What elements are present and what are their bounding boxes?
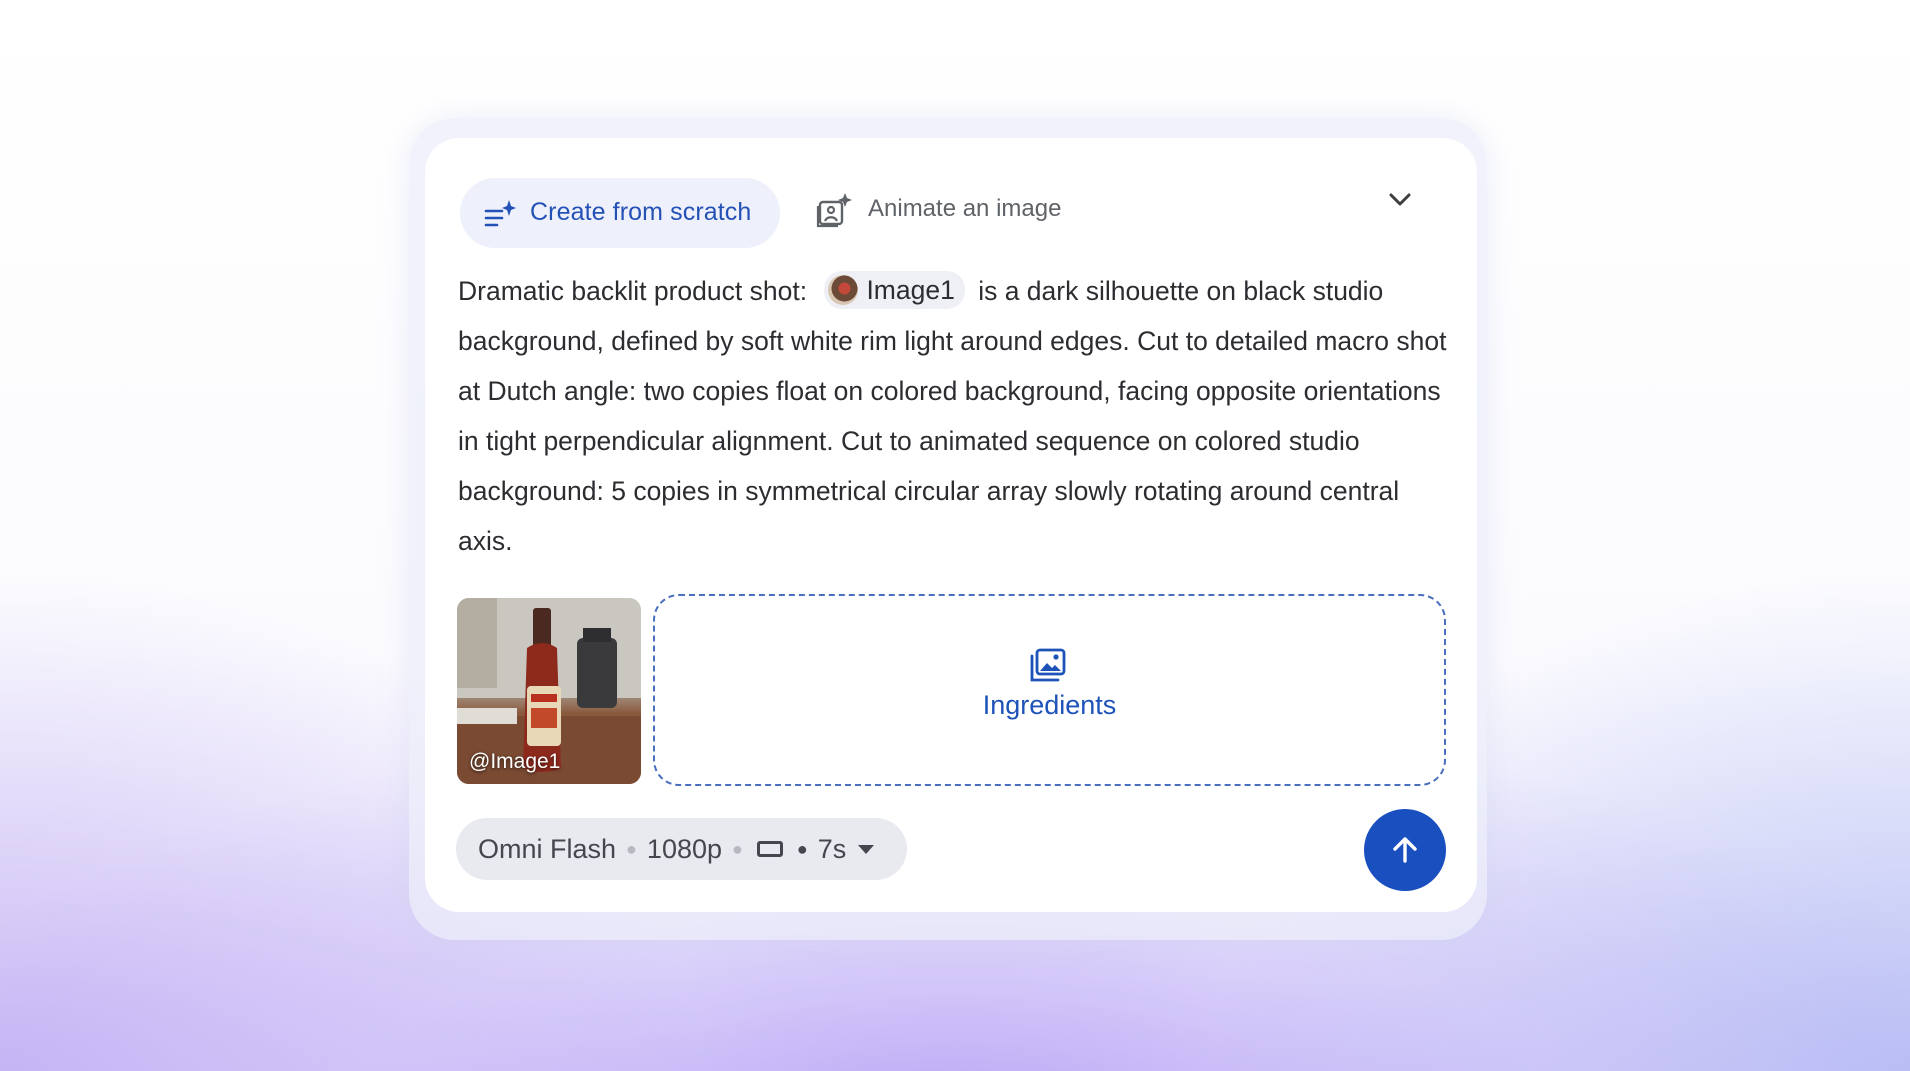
sparkle-list-icon [484, 200, 516, 227]
resolution-value: 1080p [646, 833, 723, 864]
ingredients-dropzone[interactable]: Ingredients [653, 594, 1446, 786]
chevron-down-icon[interactable] [1385, 188, 1415, 212]
image-stack-icon [1030, 648, 1066, 682]
separator-dot: ● [796, 838, 808, 859]
caret-down-icon [858, 844, 875, 854]
separator-dot: ● [626, 838, 637, 859]
attached-image-tag: @Image1 [469, 750, 561, 773]
prompt-text-after: is a dark silhouette on black studio bac… [458, 276, 1447, 556]
generation-settings-dropdown[interactable]: Omni Flash ● 1080p ● ● 7s [456, 818, 907, 880]
landscape-ratio-icon [756, 841, 783, 857]
prompt-text-before: Dramatic backlit product shot: [458, 276, 808, 306]
send-button[interactable] [1364, 809, 1446, 891]
arrow-up-icon [1393, 837, 1417, 863]
attached-image-thumbnail[interactable]: @Image1 [457, 598, 641, 784]
ingredients-label: Ingredients [982, 690, 1117, 720]
tab-create-from-scratch[interactable]: Create from scratch [460, 178, 780, 248]
image-sparkle-icon [816, 193, 852, 228]
image-mention-avatar [828, 275, 859, 305]
tab-animate-an-image-label: Animate an image [868, 195, 1062, 222]
separator-dot: ● [732, 838, 743, 859]
image-mention-chip[interactable]: Image1 [824, 271, 965, 309]
image-mention-label: Image1 [866, 275, 955, 305]
prompt-input[interactable]: Dramatic backlit product shot: Image1 is… [458, 266, 1448, 566]
model-name: Omni Flash [478, 833, 617, 864]
tab-create-from-scratch-label: Create from scratch [530, 198, 752, 226]
duration-value: 7s [817, 833, 847, 864]
